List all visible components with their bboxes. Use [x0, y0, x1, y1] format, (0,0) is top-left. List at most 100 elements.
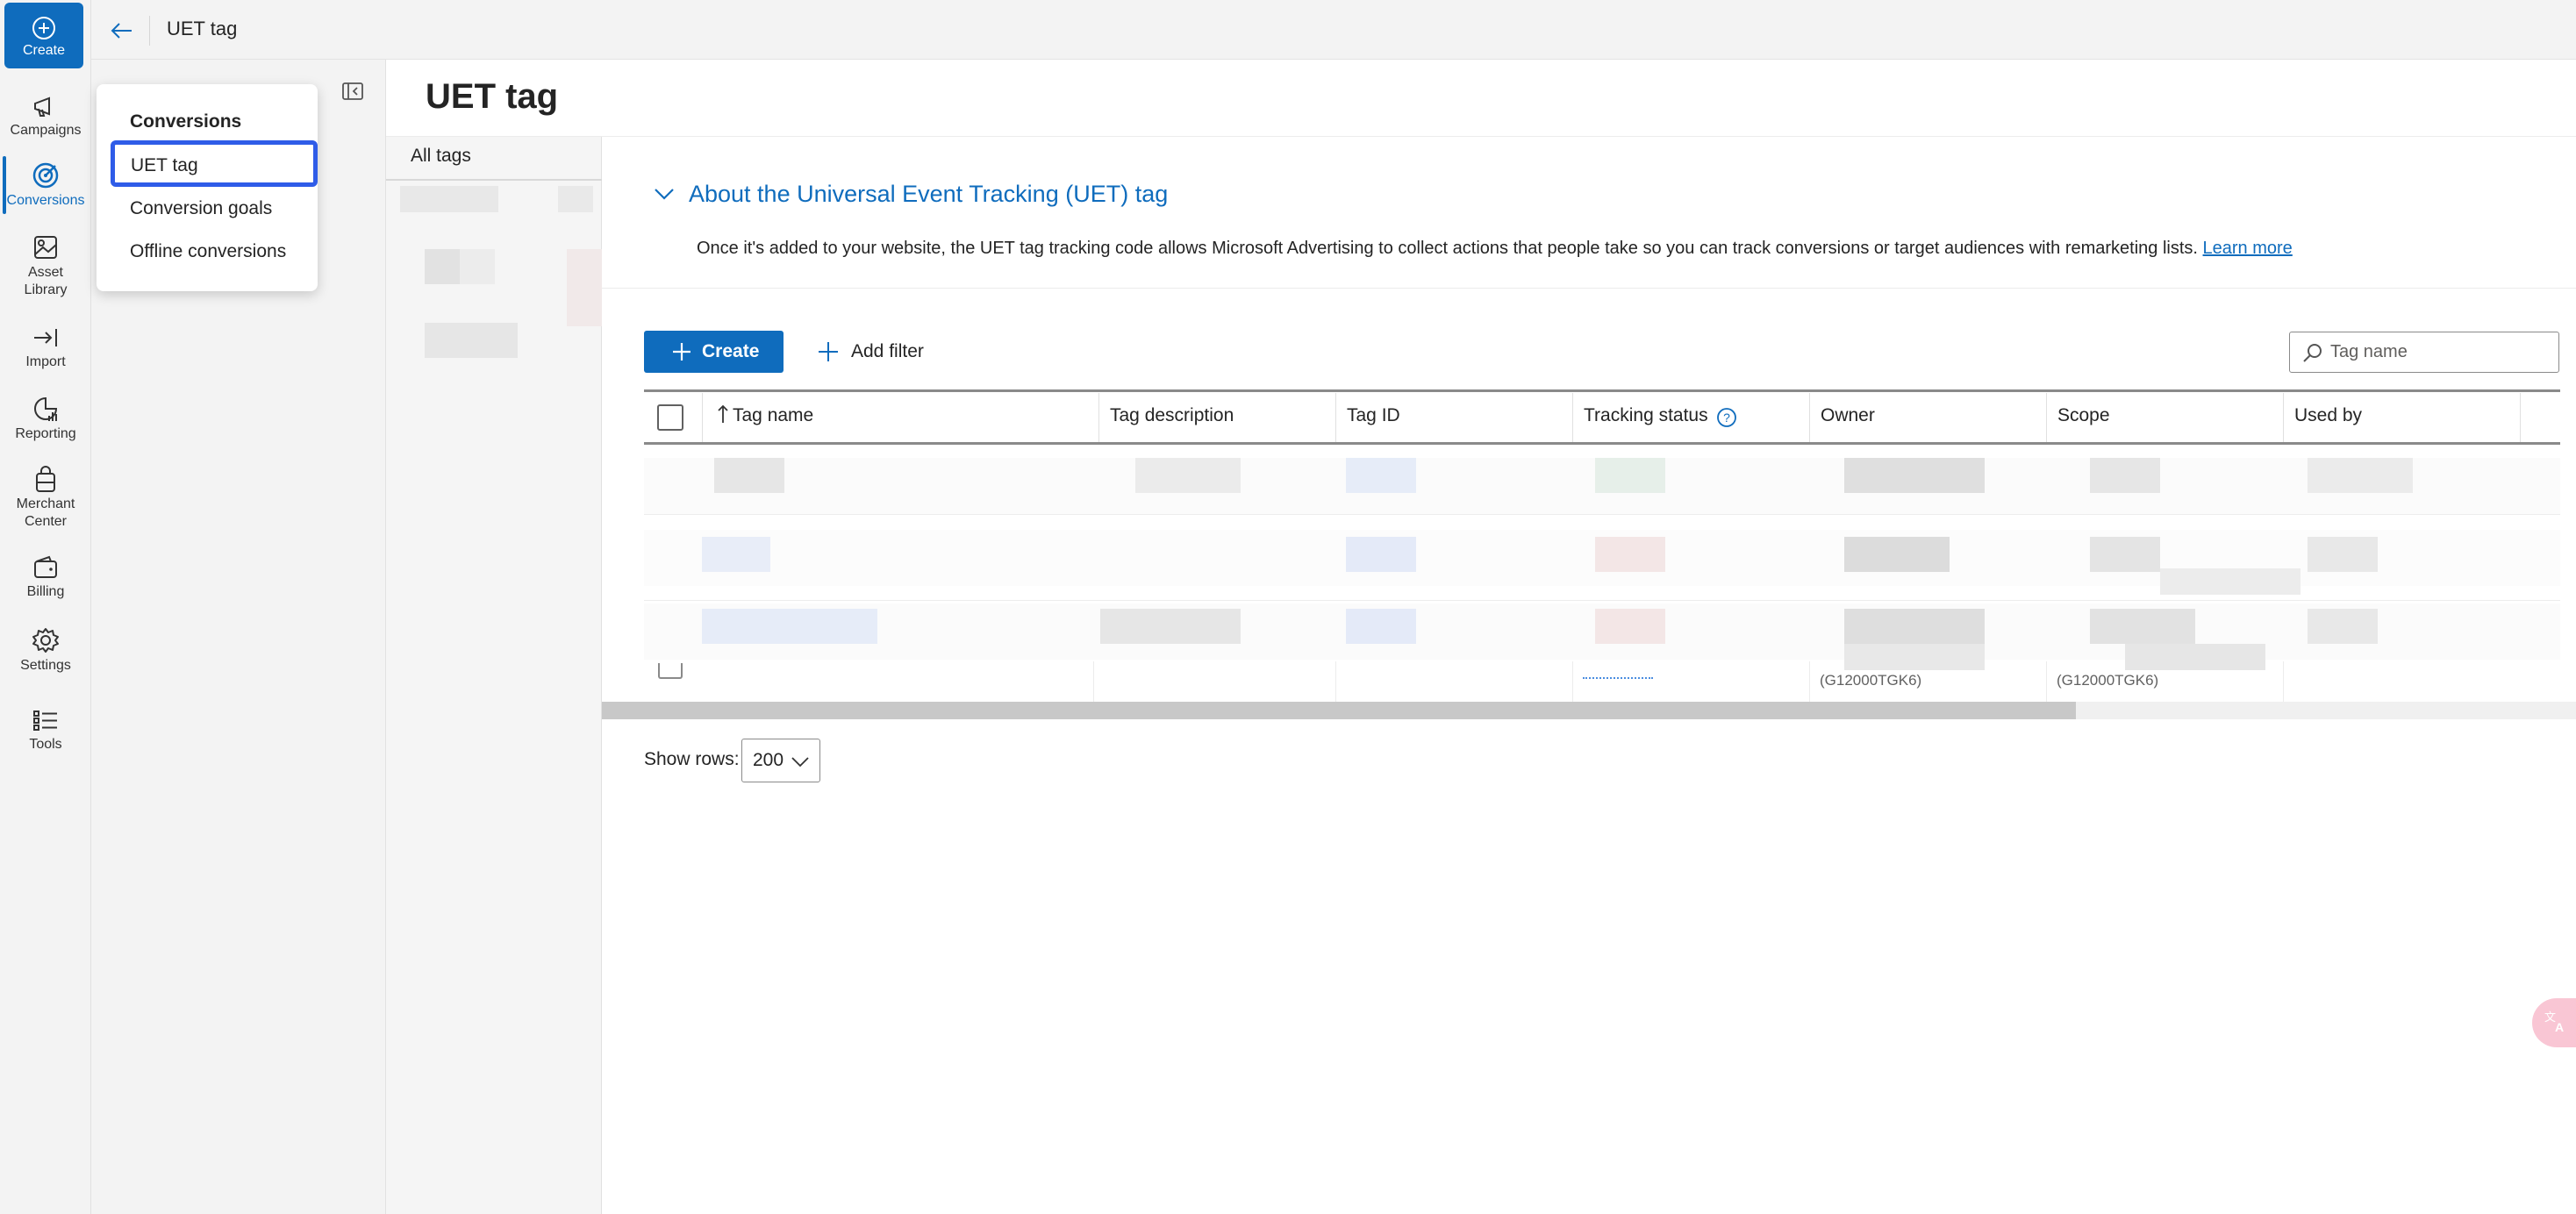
megaphone-icon	[34, 96, 50, 117]
column-separator	[2046, 393, 2047, 442]
table-header-border	[644, 442, 2560, 445]
about-toggle[interactable]	[653, 182, 676, 205]
redacted-block	[2308, 458, 2413, 493]
column-header-tag-description[interactable]: Tag description	[1110, 405, 1234, 432]
tools-list-icon	[33, 711, 57, 731]
column-separator	[1809, 393, 1810, 442]
column-separator	[702, 393, 703, 442]
redacted-block	[2125, 644, 2265, 670]
row-divider	[644, 600, 2560, 601]
show-rows-dropdown[interactable]: 200	[741, 739, 820, 782]
rail-item-tools[interactable]: Tools	[0, 709, 91, 753]
rail-item-asset-library[interactable]: Asset Library	[0, 233, 91, 299]
collapse-nav-button[interactable]	[340, 81, 365, 102]
rail-create-label: Create	[22, 43, 66, 58]
show-rows-value: 200	[753, 750, 784, 770]
column-separator	[2520, 393, 2521, 442]
create-tag-button[interactable]: Create	[644, 331, 784, 373]
rail-item-label: Billing	[26, 584, 65, 599]
flyout-item-uet-tag[interactable]: UET tag	[111, 140, 318, 187]
column-header-tag-name[interactable]: Tag name	[733, 405, 813, 432]
column-header-tracking-status[interactable]: Tracking status	[1584, 405, 1708, 432]
sort-ascending-icon	[718, 404, 728, 423]
rail-item-label: Import	[25, 354, 66, 369]
select-all-checkbox[interactable]	[657, 404, 683, 431]
page-title: UET tag	[426, 77, 559, 116]
learn-more-link[interactable]: Learn more	[2203, 239, 2293, 258]
rail-item-merchant-center[interactable]: Merchant Center	[0, 465, 91, 531]
translate-widget[interactable]: 文 A	[2532, 998, 2576, 1047]
redacted-block	[558, 186, 593, 212]
rail-item-label: Conversions	[6, 193, 85, 208]
redacted-block	[1346, 609, 1416, 644]
rail-item-settings[interactable]: Settings	[0, 626, 91, 675]
redacted-block	[1844, 458, 1985, 493]
rail-item-label: Settings	[20, 658, 71, 673]
redacted-block	[714, 458, 784, 493]
column-separator	[2283, 393, 2284, 442]
tag-search-input[interactable]	[2330, 339, 2550, 364]
add-filter-label: Add filter	[851, 341, 924, 361]
redacted-block	[1844, 609, 1985, 644]
rail-item-reporting[interactable]: Reporting	[0, 395, 91, 443]
tracking-status-link[interactable]	[1583, 677, 1653, 679]
arrow-left-icon	[111, 23, 132, 39]
plus-circle-icon	[32, 17, 55, 39]
row-divider	[644, 514, 2560, 515]
about-uet-description: Once it's added to your website, the UET…	[697, 239, 2293, 259]
rail-create-button[interactable]: Create	[4, 3, 83, 68]
rail-item-label: Campaigns	[10, 123, 82, 138]
rail-item-label: Reporting	[15, 426, 76, 441]
redacted-block	[1595, 609, 1665, 644]
column-separator	[1098, 393, 1099, 442]
flyout-item-offline-conversions[interactable]: Offline conversions	[130, 241, 286, 262]
flyout-item-conversion-goals[interactable]: Conversion goals	[130, 198, 272, 219]
redacted-block	[702, 537, 770, 572]
rail-item-billing[interactable]: Billing	[0, 554, 91, 601]
add-filter-button[interactable]: Add filter	[816, 331, 939, 373]
rail-item-import[interactable]: Import	[0, 325, 91, 371]
top-bar-divider	[149, 16, 150, 46]
redacted-block	[567, 249, 602, 326]
back-button[interactable]	[105, 18, 137, 44]
column-separator	[1809, 661, 1810, 702]
row-checkbox[interactable]	[658, 663, 683, 679]
horizontal-scrollbar-thumb[interactable]	[602, 702, 2076, 719]
redacted-block	[2090, 609, 2195, 644]
table-top-border	[644, 389, 2560, 392]
column-separator	[2046, 661, 2047, 702]
shopping-bag-icon	[36, 466, 55, 492]
redacted-block	[2090, 458, 2160, 493]
about-uet-title[interactable]: About the Universal Event Tracking (UET)…	[689, 181, 1168, 208]
redacted-block	[702, 609, 877, 644]
redacted-block	[1135, 458, 1241, 493]
redacted-block	[1595, 537, 1665, 572]
help-circle-icon[interactable]: ?	[1716, 407, 1737, 428]
all-tags-item[interactable]: All tags	[411, 146, 471, 167]
column-separator	[1093, 661, 1094, 702]
plus-icon	[819, 342, 838, 361]
redacted-block	[2090, 537, 2160, 572]
flyout-item-label: UET tag	[131, 155, 198, 175]
column-header-tag-id[interactable]: Tag ID	[1347, 405, 1400, 432]
column-header-owner[interactable]: Owner	[1821, 405, 1875, 432]
column-separator	[1335, 393, 1336, 442]
column-separator	[1335, 661, 1336, 702]
redacted-block	[1346, 458, 1416, 493]
column-separator	[1572, 661, 1573, 702]
column-header-used-by[interactable]: Used by	[2294, 405, 2362, 432]
owner-cell: (G12000TGK6)	[1820, 672, 1922, 689]
title-divider	[386, 136, 2576, 137]
collapse-panel-icon	[342, 82, 363, 100]
redacted-block	[1346, 537, 1416, 572]
redacted-block	[1100, 609, 1241, 644]
show-rows-label: Show rows:	[644, 749, 740, 769]
rail-item-campaigns[interactable]: Campaigns	[0, 95, 91, 139]
rail-item-label: Asset Library	[24, 265, 68, 297]
column-header-scope[interactable]: Scope	[2057, 405, 2110, 432]
rail-item-conversions[interactable]: Conversions	[0, 161, 91, 210]
redacted-block	[2160, 568, 2301, 595]
reporting-icon	[34, 396, 58, 421]
tags-panel	[386, 137, 602, 1214]
asset-library-icon	[34, 236, 57, 259]
